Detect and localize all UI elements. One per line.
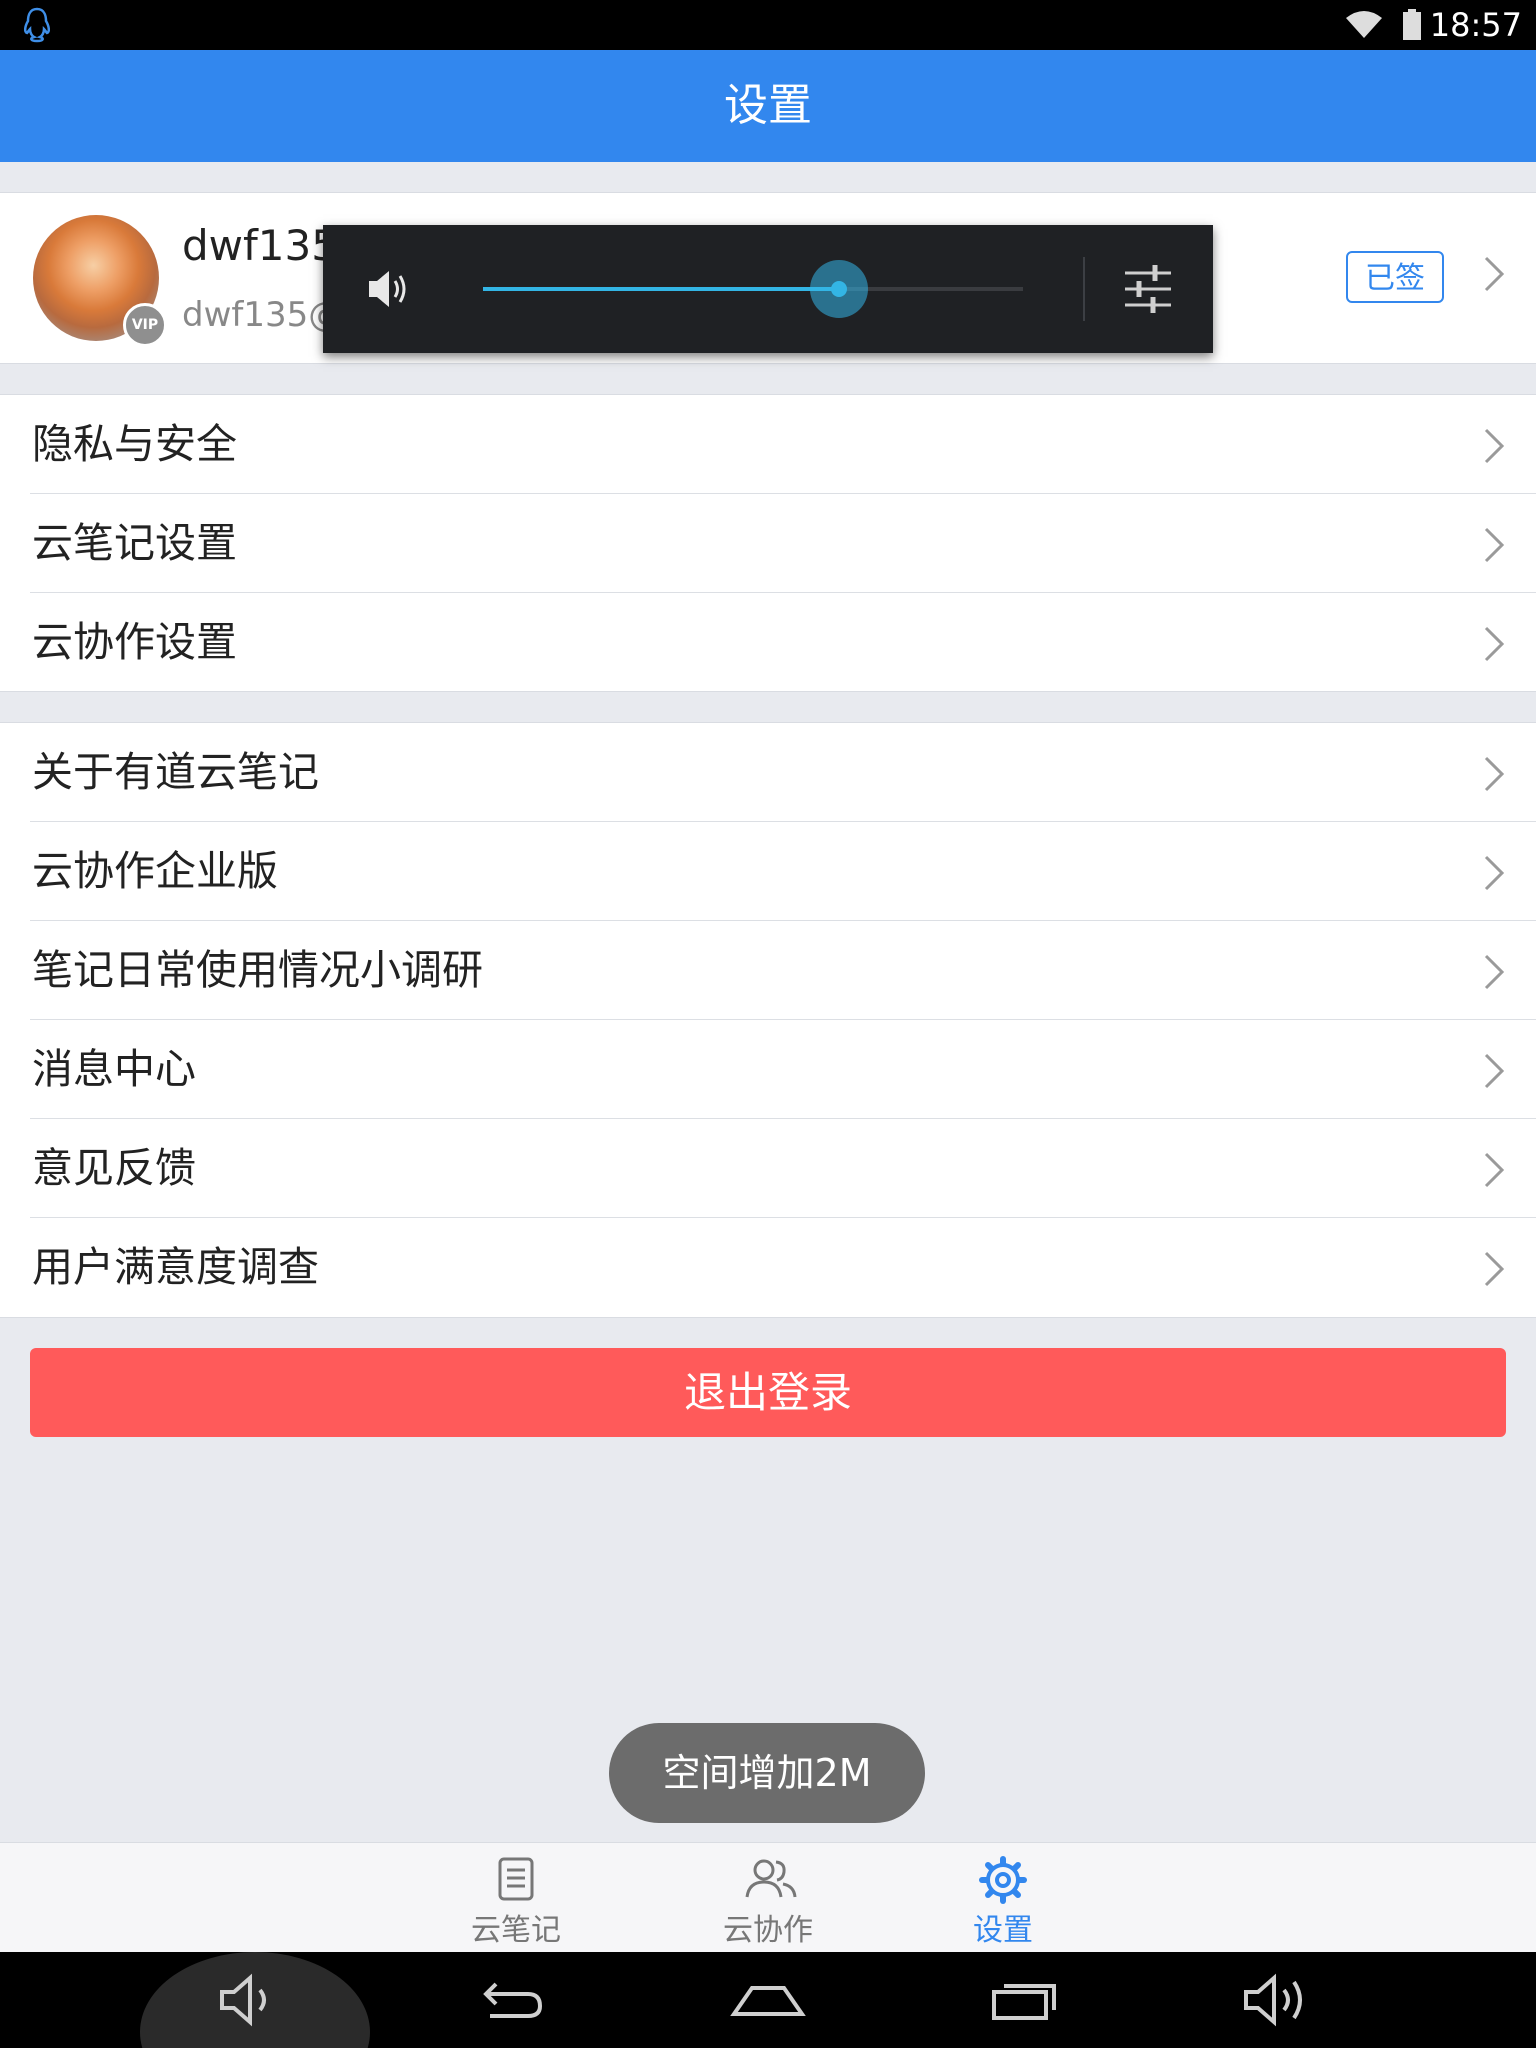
- tab-label: 设置: [973, 1913, 1033, 1948]
- signin-badge[interactable]: 已签: [1346, 251, 1444, 303]
- battery-icon: [1402, 9, 1422, 45]
- tab-label: 云协作: [723, 1913, 813, 1948]
- toast-message: 空间增加2M: [609, 1723, 925, 1823]
- volume-thumb-dot: [831, 281, 848, 297]
- volume-down-icon[interactable]: [216, 1970, 280, 2034]
- menu-item-label: 云协作企业版: [32, 847, 278, 895]
- menu-item-label: 用户满意度调查: [32, 1243, 319, 1291]
- menu-item-label: 隐私与安全: [32, 420, 237, 468]
- tab-collab[interactable]: 云协作: [678, 1843, 858, 1953]
- menu-item-collab-settings[interactable]: 云协作设置: [0, 593, 1536, 692]
- tab-settings[interactable]: 设置: [913, 1843, 1093, 1953]
- menu-item-note-settings[interactable]: 云笔记设置: [0, 494, 1536, 593]
- vip-badge: VIP: [123, 303, 167, 347]
- wifi-icon: [1344, 10, 1384, 44]
- gear-icon: [978, 1855, 1028, 1909]
- volume-thumb[interactable]: [810, 260, 869, 318]
- logout-button[interactable]: 退出登录: [30, 1348, 1506, 1437]
- chevron-right-icon: [1482, 255, 1506, 297]
- chevron-right-icon: [1482, 625, 1506, 667]
- menu-item-about[interactable]: 关于有道云笔记: [0, 723, 1536, 822]
- volume-fill: [483, 287, 840, 291]
- chevron-right-icon: [1482, 755, 1506, 797]
- menu-item-feedback[interactable]: 意见反馈: [0, 1119, 1536, 1218]
- back-icon[interactable]: [476, 1970, 546, 2034]
- menu-item-label: 关于有道云笔记: [32, 748, 319, 796]
- chevron-right-icon: [1482, 427, 1506, 469]
- menu-item-label: 云协作设置: [32, 618, 237, 666]
- menu-item-privacy[interactable]: 隐私与安全: [0, 395, 1536, 494]
- menu-item-satisfaction-survey[interactable]: 用户满意度调查: [0, 1218, 1536, 1317]
- chevron-right-icon: [1482, 1052, 1506, 1094]
- menu-item-label: 笔记日常使用情况小调研: [32, 946, 483, 994]
- system-nav-bar: [0, 1952, 1536, 2048]
- menu-item-messages[interactable]: 消息中心: [0, 1020, 1536, 1119]
- bottom-tab-bar: 云笔记 云协作 设置: [0, 1842, 1536, 1953]
- chevron-right-icon: [1482, 526, 1506, 568]
- volume-slider[interactable]: [483, 260, 1023, 318]
- qq-icon: [22, 6, 52, 48]
- volume-overlay: [323, 225, 1213, 353]
- chevron-right-icon: [1482, 953, 1506, 995]
- menu-group-privacy: 隐私与安全 云笔记设置 云协作设置: [0, 394, 1536, 692]
- menu-item-usage-survey[interactable]: 笔记日常使用情况小调研: [0, 921, 1536, 1020]
- recents-icon[interactable]: [990, 1970, 1060, 2034]
- app-header: 设置: [0, 50, 1536, 162]
- menu-item-label: 意见反馈: [32, 1144, 196, 1192]
- tab-notes[interactable]: 云笔记: [426, 1843, 606, 1953]
- page-title: 设置: [724, 80, 812, 131]
- speaker-icon: [367, 265, 411, 317]
- note-icon: [491, 1855, 541, 1909]
- chevron-right-icon: [1482, 854, 1506, 896]
- people-icon: [743, 1855, 799, 1909]
- status-bar: 18:57: [0, 0, 1536, 50]
- email: dwf135@: [182, 295, 343, 335]
- home-icon[interactable]: [730, 1970, 806, 2034]
- menu-item-label: 消息中心: [32, 1045, 196, 1093]
- status-time: 18:57: [1429, 6, 1522, 44]
- divider: [1083, 257, 1085, 321]
- tab-label: 云笔记: [471, 1913, 561, 1948]
- chevron-right-icon: [1482, 1250, 1506, 1292]
- sliders-icon[interactable]: [1123, 263, 1173, 319]
- menu-group-about: 关于有道云笔记 云协作企业版 笔记日常使用情况小调研 消息中心 意见反馈 用户满…: [0, 722, 1536, 1318]
- menu-item-enterprise[interactable]: 云协作企业版: [0, 822, 1536, 921]
- menu-item-label: 云笔记设置: [32, 519, 237, 567]
- volume-up-icon[interactable]: [1240, 1970, 1314, 2034]
- username: dwf135: [182, 221, 338, 270]
- chevron-right-icon: [1482, 1151, 1506, 1193]
